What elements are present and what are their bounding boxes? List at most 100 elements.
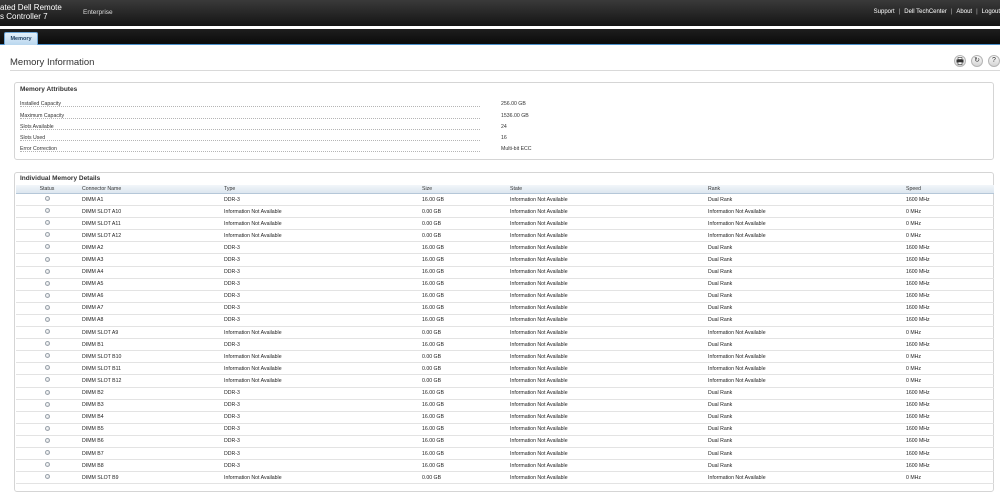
- state-cell: Information Not Available: [506, 205, 704, 219]
- page-actions: ↻ ?: [954, 55, 1000, 67]
- type-cell: DDR-3: [220, 314, 418, 328]
- size-cell: 0.00 GB: [418, 362, 506, 376]
- logout-link[interactable]: Logout: [982, 9, 1000, 15]
- type-cell: DDR-3: [220, 302, 418, 315]
- column-header-state[interactable]: State: [506, 185, 704, 194]
- state-cell: Information Not Available: [506, 302, 704, 315]
- type-cell: Information Not Available: [220, 471, 418, 485]
- status-cell: [16, 241, 78, 255]
- status-indicator-icon: [44, 401, 50, 407]
- speed-cell: 1600 MHz: [902, 241, 994, 255]
- type-cell: DDR-3: [220, 253, 418, 267]
- table-row[interactable]: DIMM SLOT A10 Information Not Available 0.…: [16, 205, 994, 219]
- speed-cell: 1600 MHz: [902, 193, 994, 207]
- connector-name-cell: DIMM SLOT A11: [78, 217, 220, 231]
- column-header-type[interactable]: Type: [220, 185, 418, 194]
- table-row[interactable]: DIMM SLOT A12 Information Not Available 0.…: [16, 229, 994, 243]
- tab-memory[interactable]: Memory: [4, 32, 38, 45]
- speed-cell: 1600 MHz: [902, 423, 994, 436]
- connector-name-cell: DIMM A5: [78, 278, 220, 291]
- rank-cell: Dual Rank: [704, 435, 902, 448]
- table-row[interactable]: DIMM B6 DDR-3 16.00 GB Information Not Avai…: [16, 435, 994, 448]
- memory-table-body: DIMM A1 DDR-3 16.00 GB Information Not Avai…: [16, 193, 994, 485]
- type-cell: DDR-3: [220, 338, 418, 352]
- status-indicator-icon: [44, 268, 50, 274]
- table-row[interactable]: DIMM SLOT B9 Information Not Available 0.0…: [16, 471, 994, 485]
- table-row[interactable]: DIMM A5 DDR-3 16.00 GB Information Not Avai…: [16, 278, 994, 291]
- title-divider: [10, 70, 1000, 71]
- table-row[interactable]: DIMM B1 DDR-3 16.00 GB Information Not Avai…: [16, 338, 994, 352]
- table-row[interactable]: DIMM SLOT B12 Information Not Available 0.…: [16, 374, 994, 388]
- table-row[interactable]: DIMM A8 DDR-3 16.00 GB Information Not Avai…: [16, 314, 994, 328]
- page-title: Memory Information: [10, 57, 95, 68]
- type-cell: DDR-3: [220, 266, 418, 279]
- table-row[interactable]: DIMM SLOT A9 Information Not Available 0.0…: [16, 326, 994, 340]
- column-header-status[interactable]: Status: [16, 185, 78, 194]
- type-cell: DDR-3: [220, 435, 418, 448]
- table-row[interactable]: DIMM A3 DDR-3 16.00 GB Information Not Avai…: [16, 253, 994, 267]
- type-cell: DDR-3: [220, 423, 418, 436]
- table-row[interactable]: DIMM B3 DDR-3 16.00 GB Information Not Avai…: [16, 399, 994, 412]
- table-row[interactable]: DIMM A6 DDR-3 16.00 GB Information Not Avai…: [16, 290, 994, 303]
- rank-cell: Information Not Available: [704, 326, 902, 340]
- status-indicator-icon: [44, 208, 50, 214]
- size-cell: 16.00 GB: [418, 302, 506, 315]
- column-header-speed[interactable]: Speed: [902, 185, 994, 194]
- rank-cell: Information Not Available: [704, 374, 902, 388]
- type-cell: DDR-3: [220, 290, 418, 303]
- status-cell: [16, 459, 78, 473]
- table-row[interactable]: DIMM SLOT B10 Information Not Available 0.…: [16, 350, 994, 364]
- table-row[interactable]: DIMM A2 DDR-3 16.00 GB Information Not Avai…: [16, 241, 994, 255]
- size-cell: 0.00 GB: [418, 217, 506, 231]
- speed-cell: 1600 MHz: [902, 253, 994, 267]
- table-header-row: Status Connector Name Type Size State Ra…: [16, 185, 994, 194]
- column-header-size[interactable]: Size: [418, 185, 506, 194]
- state-cell: Information Not Available: [506, 423, 704, 436]
- type-cell: Information Not Available: [220, 326, 418, 340]
- about-link[interactable]: About: [956, 9, 972, 15]
- connector-name-cell: DIMM SLOT A10: [78, 205, 220, 219]
- column-header-rank[interactable]: Rank: [704, 185, 902, 194]
- table-row[interactable]: DIMM SLOT B11 Information Not Available 0.…: [16, 362, 994, 376]
- memory-details-heading: Individual Memory Details: [20, 175, 101, 182]
- table-row[interactable]: DIMM A7 DDR-3 16.00 GB Information Not Avai…: [16, 302, 994, 315]
- status-indicator-icon: [44, 389, 50, 395]
- table-row[interactable]: DIMM B8 DDR-3 16.00 GB Information Not Avai…: [16, 459, 994, 473]
- table-row[interactable]: DIMM B2 DDR-3 16.00 GB Information Not Avai…: [16, 387, 994, 400]
- support-link[interactable]: Support: [874, 9, 895, 15]
- table-row[interactable]: DIMM A4 DDR-3 16.00 GB Information Not Avai…: [16, 266, 994, 279]
- attribute-label: Installed Capacity: [20, 101, 61, 107]
- status-indicator-icon: [44, 292, 50, 298]
- product-name-line2: s Controller 7: [0, 12, 48, 21]
- table-row[interactable]: DIMM A1 DDR-3 16.00 GB Information Not Avai…: [16, 193, 994, 207]
- connector-name-cell: DIMM B5: [78, 423, 220, 436]
- speed-cell: 1600 MHz: [902, 399, 994, 412]
- link-separator: |: [950, 9, 953, 15]
- state-cell: Information Not Available: [506, 350, 704, 364]
- speed-cell: 1600 MHz: [902, 411, 994, 424]
- table-row[interactable]: DIMM B7 DDR-3 16.00 GB Information Not Avai…: [16, 447, 994, 461]
- table-row[interactable]: DIMM SLOT A11 Information Not Available 0.…: [16, 217, 994, 231]
- help-icon[interactable]: ?: [988, 55, 1000, 67]
- refresh-icon[interactable]: ↻: [971, 55, 983, 67]
- connector-name-cell: DIMM B4: [78, 411, 220, 424]
- dell-techcenter-link[interactable]: Dell TechCenter: [904, 9, 947, 15]
- product-name: ated Dell Remote s Controller 7: [0, 3, 62, 21]
- status-cell: [16, 374, 78, 388]
- attribute-label: Slots Available: [20, 124, 54, 130]
- table-row[interactable]: DIMM B5 DDR-3 16.00 GB Information Not Avai…: [16, 423, 994, 436]
- column-header-connector-name[interactable]: Connector Name: [78, 185, 220, 194]
- status-cell: [16, 314, 78, 328]
- state-cell: Information Not Available: [506, 253, 704, 267]
- state-cell: Information Not Available: [506, 471, 704, 485]
- rank-cell: Dual Rank: [704, 399, 902, 412]
- speed-cell: 1600 MHz: [902, 278, 994, 291]
- rank-cell: Information Not Available: [704, 471, 902, 485]
- speed-cell: 0 MHz: [902, 374, 994, 388]
- connector-name-cell: DIMM A4: [78, 266, 220, 279]
- status-cell: [16, 193, 78, 207]
- print-icon[interactable]: [954, 55, 966, 67]
- status-indicator-icon: [44, 462, 50, 468]
- attribute-label: Error Correction: [20, 146, 57, 152]
- table-row[interactable]: DIMM B4 DDR-3 16.00 GB Information Not Avai…: [16, 411, 994, 424]
